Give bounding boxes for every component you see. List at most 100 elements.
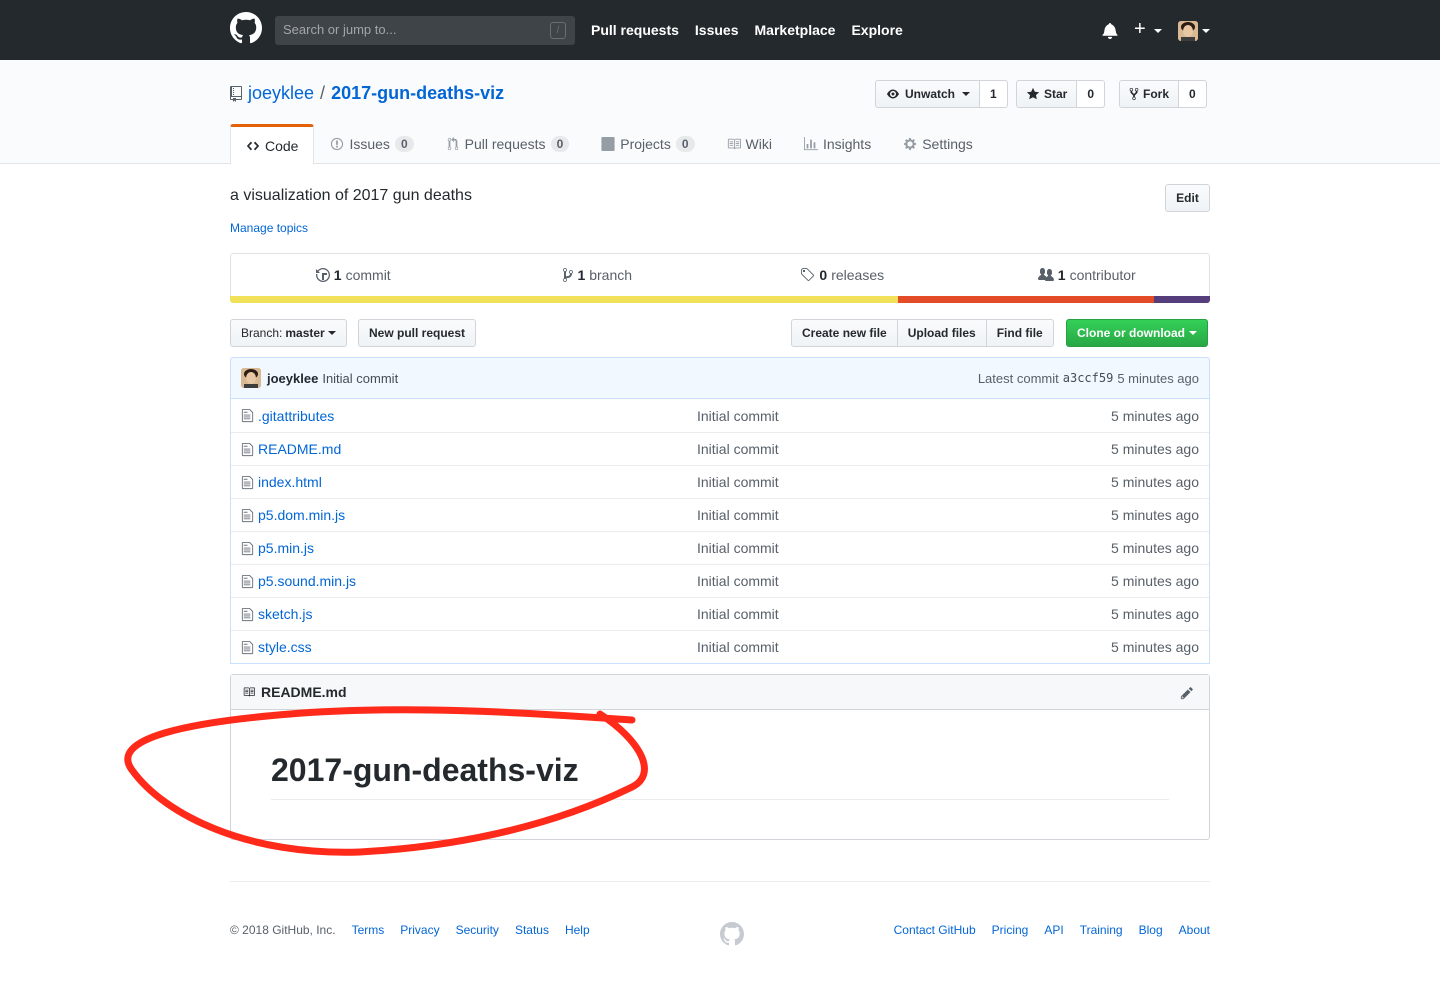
user-avatar[interactable] — [1178, 21, 1198, 41]
create-new-caret-icon[interactable] — [1154, 29, 1162, 33]
github-logo-icon[interactable] — [230, 12, 262, 44]
global-nav: Pull requests Issues Marketplace Explore — [591, 22, 903, 38]
file-icon — [241, 541, 254, 556]
graph-icon — [803, 137, 818, 151]
clone-or-download-button[interactable]: Clone or download — [1066, 319, 1208, 347]
code-icon — [246, 141, 260, 150]
notifications-bell-icon[interactable] — [1102, 22, 1118, 39]
search-shortcut-key: / — [550, 22, 566, 39]
language-segment[interactable] — [1154, 296, 1210, 303]
upload-files-button[interactable]: Upload files — [896, 319, 987, 347]
file-name-link[interactable]: index.html — [258, 474, 322, 490]
file-age: 5 minutes ago — [1111, 441, 1199, 457]
commit-tease: joeyklee Initial commit Latest commit a3… — [230, 357, 1210, 399]
file-commit-message-link[interactable]: Initial commit — [697, 639, 779, 655]
forks-count[interactable]: 0 — [1179, 80, 1207, 108]
language-bar[interactable] — [230, 296, 1210, 303]
wiki-book-icon — [727, 138, 741, 150]
new-pull-request-button[interactable]: New pull request — [358, 319, 477, 347]
file-commit-message-link[interactable]: Initial commit — [697, 507, 779, 523]
language-segment[interactable] — [230, 296, 899, 303]
file-age: 5 minutes ago — [1111, 507, 1199, 523]
user-menu-caret-icon[interactable] — [1202, 29, 1210, 33]
commit-author-link[interactable]: joeyklee — [267, 371, 318, 386]
file-name-link[interactable]: style.css — [258, 639, 312, 655]
footer-link-training[interactable]: Training — [1080, 923, 1123, 937]
tab-projects[interactable]: Projects 0 — [585, 124, 710, 164]
tab-code[interactable]: Code — [230, 124, 315, 165]
file-commit-message-link[interactable]: Initial commit — [697, 474, 779, 490]
nav-marketplace[interactable]: Marketplace — [755, 22, 836, 38]
file-icon — [241, 640, 254, 655]
contributors-summary[interactable]: 1 contributor — [965, 254, 1210, 296]
footer-link-blog[interactable]: Blog — [1139, 923, 1163, 937]
manage-topics-link[interactable]: Manage topics — [230, 221, 308, 235]
file-commit-message-link[interactable]: Initial commit — [697, 606, 779, 622]
footer-link-terms[interactable]: Terms — [352, 923, 385, 937]
branches-summary[interactable]: 1 branch — [476, 254, 721, 296]
watchers-count[interactable]: 1 — [980, 80, 1008, 108]
file-name-link[interactable]: p5.sound.min.js — [258, 573, 356, 589]
file-name-link[interactable]: p5.min.js — [258, 540, 314, 556]
tab-pull-requests[interactable]: Pull requests 0 — [430, 124, 586, 164]
pencil-edit-icon[interactable] — [1180, 686, 1194, 700]
readme-heading: 2017-gun-deaths-viz — [271, 752, 1169, 800]
repo-title-separator: / — [320, 83, 326, 103]
fork-button[interactable]: Fork — [1119, 80, 1180, 108]
footer-link-contact[interactable]: Contact GitHub — [894, 923, 976, 937]
file-name-link[interactable]: .gitattributes — [258, 408, 334, 424]
file-icon — [241, 607, 254, 622]
footer-link-about[interactable]: About — [1179, 923, 1210, 937]
author-avatar[interactable] — [241, 368, 261, 388]
commit-message-link[interactable]: Initial commit — [322, 371, 398, 386]
file-commit-message-link[interactable]: Initial commit — [697, 408, 779, 424]
people-icon — [1037, 268, 1054, 281]
tab-wiki[interactable]: Wiki — [711, 124, 788, 164]
star-button[interactable]: Star — [1016, 80, 1078, 108]
issues-count-badge: 0 — [394, 136, 414, 152]
file-name-link[interactable]: README.md — [258, 441, 341, 457]
gear-icon — [904, 137, 917, 151]
releases-summary[interactable]: 0 releases — [720, 254, 965, 296]
commits-label: commit — [345, 267, 391, 283]
create-new-file-button[interactable]: Create new file — [791, 319, 898, 347]
file-name-link[interactable]: p5.dom.min.js — [258, 507, 345, 523]
tab-settings[interactable]: Settings — [887, 124, 989, 164]
commit-sha-link[interactable]: a3ccf59 — [1063, 371, 1114, 385]
tab-insights-label: Insights — [822, 136, 872, 152]
find-file-button[interactable]: Find file — [985, 319, 1054, 347]
commits-summary[interactable]: 1 commit — [231, 254, 476, 296]
file-commit-message-link[interactable]: Initial commit — [697, 441, 779, 457]
branch-select-button[interactable]: Branch: master — [230, 319, 347, 347]
footer-link-privacy[interactable]: Privacy — [400, 923, 439, 937]
repo-owner-link[interactable]: joeyklee — [248, 83, 314, 104]
footer-link-help[interactable]: Help — [565, 923, 590, 937]
footer-link-api[interactable]: API — [1044, 923, 1063, 937]
footer-github-logo-icon[interactable] — [720, 922, 744, 946]
footer-link-status[interactable]: Status — [515, 923, 549, 937]
unwatch-button[interactable]: Unwatch — [875, 80, 981, 108]
tab-issues[interactable]: Issues 0 — [314, 124, 429, 164]
file-commit-message-link[interactable]: Initial commit — [697, 573, 779, 589]
releases-label: releases — [831, 267, 885, 283]
pull-requests-count-badge: 0 — [550, 136, 570, 152]
nav-issues[interactable]: Issues — [695, 22, 739, 38]
branches-count: 1 — [577, 267, 586, 283]
fork-icon — [1129, 87, 1139, 101]
edit-description-button[interactable]: Edit — [1165, 184, 1210, 212]
nav-pull-requests[interactable]: Pull requests — [591, 22, 679, 38]
footer-link-security[interactable]: Security — [456, 923, 499, 937]
tag-icon — [801, 268, 815, 282]
tab-insights[interactable]: Insights — [788, 124, 887, 164]
file-name-link[interactable]: sketch.js — [258, 606, 312, 622]
footer-link-pricing[interactable]: Pricing — [992, 923, 1029, 937]
footer-copyright: © 2018 GitHub, Inc. — [230, 923, 336, 937]
search-input[interactable]: Search or jump to... / — [275, 16, 575, 45]
nav-explore[interactable]: Explore — [851, 22, 902, 38]
repo-name-link[interactable]: 2017-gun-deaths-viz — [331, 83, 504, 104]
file-commit-message-link[interactable]: Initial commit — [697, 540, 779, 556]
create-new-plus-icon[interactable]: + — [1134, 19, 1146, 39]
stars-count[interactable]: 0 — [1077, 80, 1106, 108]
clone-caret-icon — [1189, 331, 1197, 335]
language-segment[interactable] — [898, 296, 1155, 303]
